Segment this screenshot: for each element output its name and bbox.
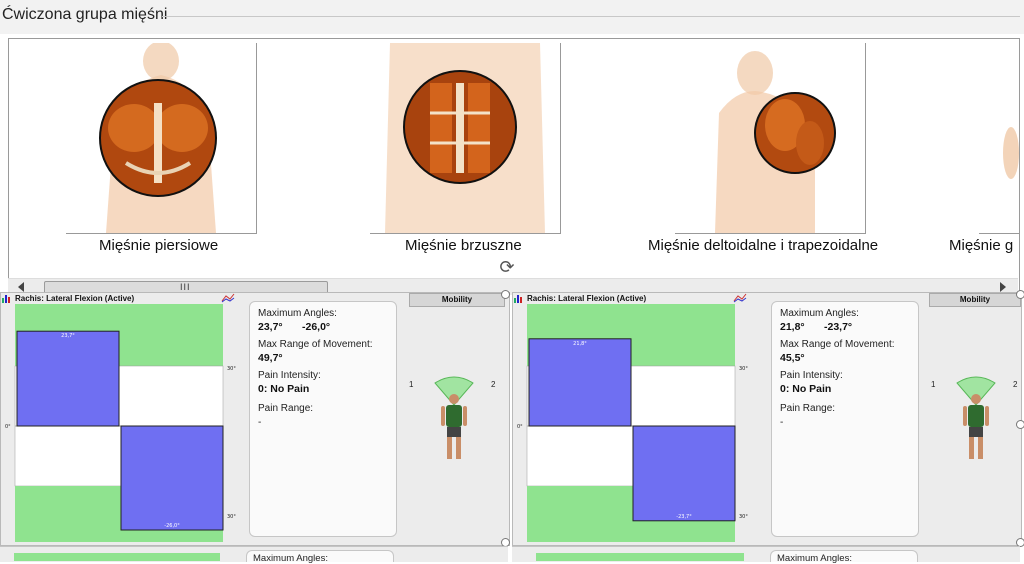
muscle-group-title: Ćwiczona grupa mięśni xyxy=(2,6,168,23)
max-angles-label: Maximum Angles: xyxy=(780,308,859,319)
pain-intensity-value: 0: No Pain xyxy=(258,383,310,395)
chart-partial xyxy=(14,553,220,561)
top-value-label: 21,8° xyxy=(573,341,587,347)
bar-chart-icon xyxy=(2,295,10,303)
line-chart-icon[interactable] xyxy=(733,293,747,303)
side-right-number: 2 xyxy=(1013,380,1018,389)
max-angles-label: Maximum Angles: xyxy=(258,308,337,319)
left-flexion-bar xyxy=(16,330,120,427)
max-angles-label: Maximum Angles: xyxy=(253,553,328,564)
panel-title: Rachis: Lateral Flexion (Active) xyxy=(527,294,647,303)
deltoid-muscles-image xyxy=(715,51,836,233)
right-flexion-bar xyxy=(120,425,224,531)
line-chart-icon[interactable] xyxy=(221,293,235,303)
muscle-gallery: Mięśnie piersiowe Mięśnie brzuszne Mięśn… xyxy=(8,38,1020,292)
scroll-right-arrow-icon[interactable] xyxy=(1000,282,1006,292)
pain-range-value: - xyxy=(258,417,262,428)
axis-top-label: 30° xyxy=(227,366,236,372)
resize-handle[interactable] xyxy=(1016,290,1024,299)
chest-muscles-image xyxy=(99,43,217,233)
gallery-item-abdominal[interactable] xyxy=(370,43,561,234)
abdominal-muscles-image xyxy=(385,43,545,233)
axis-bottom-label: 30° xyxy=(227,514,236,520)
flexion-chart: 21,8° -23,7° 30° 0° 30° xyxy=(517,304,748,542)
gallery-item-chest[interactable] xyxy=(66,43,257,234)
max-range-value: 45,5° xyxy=(780,352,805,364)
bottom-value-label: -23,7° xyxy=(676,514,692,520)
axis-zero-label: 0° xyxy=(517,424,523,430)
max-angle-1: 21,8° xyxy=(780,321,805,333)
group-divider xyxy=(162,16,1020,17)
tab-mobility[interactable]: Mobility xyxy=(929,293,1021,307)
resize-handle[interactable] xyxy=(1016,420,1024,429)
info-box-partial: Maximum Angles: xyxy=(770,550,918,564)
max-range-label: Max Range of Movement: xyxy=(258,339,373,350)
pain-range-label: Pain Range: xyxy=(258,403,314,414)
side-left-number: 1 xyxy=(409,380,414,389)
pain-range-label: Pain Range: xyxy=(780,403,836,414)
pain-intensity-value: 0: No Pain xyxy=(780,383,832,395)
top-value-label: 23,7° xyxy=(61,333,75,339)
flexion-chart: 23,7° -26,0° 30° 0° 30° xyxy=(5,304,236,542)
result-panel-1: Rachis: Lateral Flexion (Active) 23,7° -2… xyxy=(0,292,510,546)
scroll-left-arrow-icon[interactable] xyxy=(18,282,24,292)
resize-handle[interactable] xyxy=(501,290,510,299)
side-left-number: 1 xyxy=(931,380,936,389)
bottom-value-label: -26,0° xyxy=(164,523,180,529)
gallery-label-partial: Mięśnie g xyxy=(949,237,1014,254)
gallery-item-deltoid-trapezoid[interactable] xyxy=(675,43,866,234)
max-angle-1: 23,7° xyxy=(258,321,283,333)
left-flexion-bar xyxy=(528,338,632,427)
max-angles-label: Maximum Angles: xyxy=(777,553,852,564)
pain-intensity-label: Pain Intensity: xyxy=(258,370,321,381)
gallery-label-chest: Mięśnie piersiowe xyxy=(99,237,219,254)
result-panel-2: Rachis: Lateral Flexion (Active) 21,8° -2… xyxy=(512,292,1022,546)
info-box-partial: Maximum Angles: xyxy=(246,550,394,564)
body-figure-icon xyxy=(434,376,474,459)
info-box: Maximum Angles: 21,8° -23,7° Max Range o… xyxy=(771,301,919,537)
max-range-label: Max Range of Movement: xyxy=(780,339,895,350)
body-figure-icon xyxy=(956,376,996,459)
panel-title: Rachis: Lateral Flexion (Active) xyxy=(15,294,135,303)
partial-muscles-image xyxy=(1003,127,1019,179)
side-right-number: 2 xyxy=(491,380,496,389)
rotate-icon[interactable]: ⟳ xyxy=(497,257,517,277)
chart-partial xyxy=(536,553,744,561)
right-flexion-bar xyxy=(632,425,736,522)
bar-chart-icon xyxy=(514,295,522,303)
gallery-label-deltoid-trapezoid: Mięśnie deltoidalne i trapezoidalne xyxy=(648,237,879,254)
gallery-label-abdominal: Mięśnie brzuszne xyxy=(405,237,522,254)
scrollbar-grip: III xyxy=(180,282,191,292)
gallery-item-partial[interactable] xyxy=(979,43,1019,234)
axis-bottom-label: 30° xyxy=(739,514,748,520)
axis-top-label: 30° xyxy=(739,366,748,372)
max-angle-2: -26,0° xyxy=(302,321,331,333)
pain-intensity-label: Pain Intensity: xyxy=(780,370,843,381)
axis-zero-label: 0° xyxy=(5,424,11,430)
pain-range-value: - xyxy=(780,417,784,428)
max-angle-2: -23,7° xyxy=(824,321,853,333)
tab-mobility[interactable]: Mobility xyxy=(409,293,505,307)
info-box: Maximum Angles: 23,7° -26,0° Max Range o… xyxy=(249,301,397,537)
max-range-value: 49,7° xyxy=(258,352,283,364)
